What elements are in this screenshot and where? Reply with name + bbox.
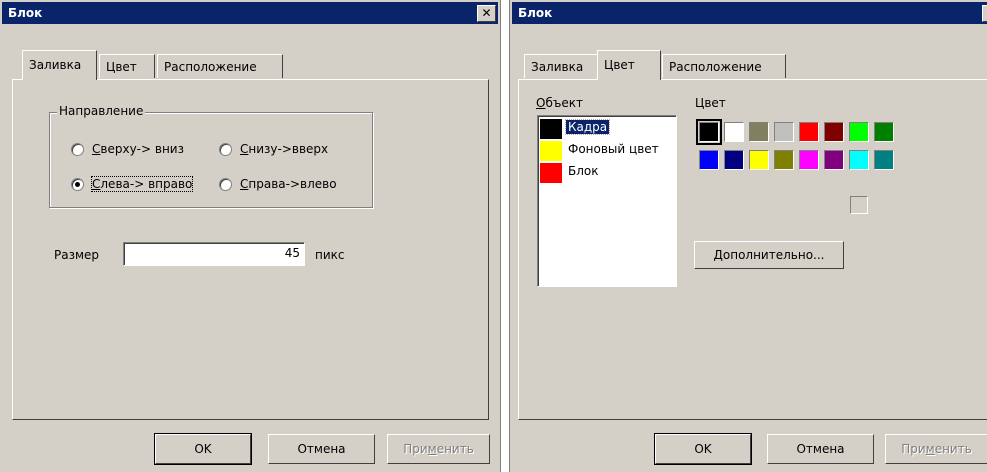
list-item-background-color[interactable]: Фоновый цвет: [540, 140, 674, 161]
list-item-frame[interactable]: Кадра: [540, 118, 674, 139]
cancel-button[interactable]: Отмена: [268, 434, 375, 464]
object-label: Объект: [536, 96, 583, 110]
tab-color[interactable]: Цвет: [99, 54, 155, 78]
title-bar: Блок ✕: [2, 2, 498, 24]
direction-group: [49, 112, 373, 208]
radio-right-left[interactable]: [219, 178, 232, 191]
window-title: Блок: [518, 6, 553, 20]
palette-swatch[interactable]: [774, 150, 794, 170]
palette-swatch[interactable]: [774, 122, 794, 142]
cancel-button[interactable]: Отмена: [767, 434, 874, 464]
direction-group-label: Направление: [57, 104, 146, 118]
close-button[interactable]: ✕: [477, 5, 496, 22]
size-input[interactable]: 45: [123, 242, 305, 266]
palette-swatch[interactable]: [874, 122, 894, 142]
tab-fill[interactable]: Заливка: [524, 54, 598, 78]
palette-swatch[interactable]: [874, 150, 894, 170]
palette-swatch[interactable]: [799, 122, 819, 142]
palette-swatch[interactable]: [749, 122, 769, 142]
color-label: Цвет: [695, 96, 726, 110]
title-bar: Блок ✕: [512, 2, 987, 24]
palette-swatch[interactable]: [699, 150, 719, 170]
list-item-block[interactable]: Блок: [540, 162, 674, 183]
color-swatch: [540, 163, 562, 183]
radio-right-left-label[interactable]: Справа->влево: [240, 177, 337, 191]
tab-position[interactable]: Расположение: [662, 54, 786, 78]
palette-swatch[interactable]: [724, 150, 744, 170]
close-button[interactable]: ✕: [982, 5, 987, 22]
ok-button[interactable]: OK: [154, 433, 252, 465]
palette-swatch[interactable]: [799, 150, 819, 170]
dialog-fill: Блок ✕ Заливка Цвет Расположение Направл…: [0, 0, 501, 472]
radio-left-right[interactable]: [71, 178, 84, 191]
more-colors-button[interactable]: Дополнительно...: [694, 241, 844, 269]
window-title: Блок: [8, 6, 43, 20]
tab-panel: Направление Сверху-> вниз Снизу->вверх С…: [12, 79, 489, 420]
apply-button[interactable]: Применить: [885, 434, 987, 464]
palette-swatch[interactable]: [724, 122, 744, 142]
radio-bottom-up[interactable]: [219, 143, 232, 156]
ok-button[interactable]: OK: [654, 433, 752, 465]
palette-swatch[interactable]: [849, 150, 869, 170]
dialog-color: Блок ✕ Заливка Цвет Расположение Объект …: [509, 0, 987, 472]
radio-top-down[interactable]: [71, 143, 84, 156]
object-list[interactable]: Кадра Фоновый цвет Блок: [537, 115, 677, 287]
custom-color-slot[interactable]: [850, 196, 868, 214]
size-label: Размер: [54, 248, 100, 262]
color-swatch: [540, 141, 562, 161]
radio-left-right-label[interactable]: Слева-> вправо: [90, 176, 194, 192]
apply-button[interactable]: Применить: [387, 434, 490, 464]
palette-swatch[interactable]: [824, 150, 844, 170]
tab-fill[interactable]: Заливка: [22, 50, 97, 80]
palette-swatch[interactable]: [824, 122, 844, 142]
tab-color[interactable]: Цвет: [597, 50, 661, 80]
palette-swatch[interactable]: [849, 122, 869, 142]
tab-position[interactable]: Расположение: [157, 54, 283, 78]
size-unit: пикс: [315, 248, 345, 262]
radio-bottom-up-label[interactable]: Снизу->вверх: [240, 142, 328, 156]
palette-swatch[interactable]: [696, 119, 722, 145]
color-swatch: [540, 119, 562, 139]
tab-panel: Объект Кадра Фоновый цвет Блок Цвет Допо…: [518, 79, 987, 420]
radio-dot: [75, 182, 80, 187]
radio-top-down-label[interactable]: Сверху-> вниз: [92, 142, 184, 156]
palette-swatch[interactable]: [749, 150, 769, 170]
